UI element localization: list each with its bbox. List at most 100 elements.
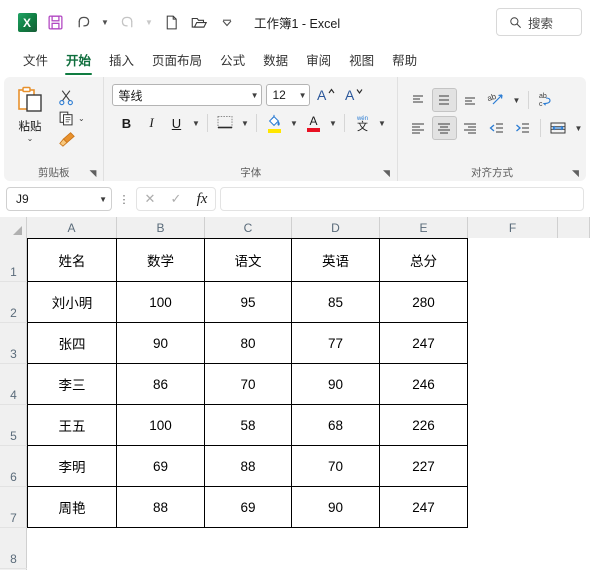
align-left-button[interactable] bbox=[406, 116, 431, 140]
cell-b2[interactable]: 100 bbox=[117, 282, 205, 323]
cancel-entry-button[interactable]: ✕ bbox=[137, 188, 163, 210]
align-top-button[interactable] bbox=[406, 88, 431, 112]
row-header-7[interactable]: 7 bbox=[0, 487, 27, 528]
alignment-dialog-launcher[interactable]: ◥ bbox=[570, 168, 581, 179]
cell-e1[interactable]: 总分 bbox=[380, 238, 468, 282]
merge-dropdown-button[interactable]: ▼ bbox=[572, 116, 585, 140]
cell-b5[interactable]: 100 bbox=[117, 405, 205, 446]
format-painter-button[interactable] bbox=[56, 129, 76, 149]
select-all-corner[interactable] bbox=[0, 217, 27, 238]
column-header-d[interactable]: D bbox=[292, 217, 380, 238]
cell-a6[interactable]: 李明 bbox=[27, 446, 117, 487]
cell-c5[interactable]: 58 bbox=[205, 405, 292, 446]
decrease-font-size-button[interactable]: A bbox=[342, 83, 366, 107]
font-color-dropdown-button[interactable]: ▼ bbox=[326, 111, 339, 135]
new-button[interactable] bbox=[158, 10, 184, 36]
paste-dropdown-caret[interactable]: ⌄ bbox=[27, 134, 34, 143]
cell-c4[interactable]: 70 bbox=[205, 364, 292, 405]
cell-e5[interactable]: 226 bbox=[380, 405, 468, 446]
cell-e3[interactable]: 247 bbox=[380, 323, 468, 364]
tab-help[interactable]: 帮助 bbox=[383, 50, 426, 75]
wrap-text-button[interactable]: ab c bbox=[534, 88, 559, 112]
font-dialog-launcher[interactable]: ◥ bbox=[381, 168, 392, 179]
copy-button[interactable]: ⌄ bbox=[56, 108, 85, 128]
font-size-combo[interactable]: 12 ▼ bbox=[266, 84, 311, 106]
cell-a4[interactable]: 李三 bbox=[27, 364, 117, 405]
tab-data[interactable]: 数据 bbox=[254, 50, 297, 75]
row-header-2[interactable]: 2 bbox=[0, 282, 27, 323]
cut-button[interactable] bbox=[56, 87, 75, 107]
cell-d7[interactable]: 90 bbox=[292, 487, 380, 528]
cell-c2[interactable]: 95 bbox=[205, 282, 292, 323]
row-header-5[interactable]: 5 bbox=[0, 405, 27, 446]
formula-input[interactable] bbox=[220, 187, 584, 211]
cell-d6[interactable]: 70 bbox=[292, 446, 380, 487]
column-header-g[interactable] bbox=[558, 217, 590, 238]
bold-button[interactable]: B bbox=[114, 111, 138, 135]
undo-button[interactable] bbox=[70, 10, 96, 36]
cell-b6[interactable]: 69 bbox=[117, 446, 205, 487]
cell-b4[interactable]: 86 bbox=[117, 364, 205, 405]
cell-e6[interactable]: 227 bbox=[380, 446, 468, 487]
row-header-8[interactable]: 8 bbox=[0, 528, 27, 569]
cell-a1[interactable]: 姓名 bbox=[27, 238, 117, 282]
row-header-3[interactable]: 3 bbox=[0, 323, 27, 364]
confirm-entry-button[interactable]: ✓ bbox=[163, 188, 189, 210]
cell-d1[interactable]: 英语 bbox=[292, 238, 380, 282]
cell-a7[interactable]: 周艳 bbox=[27, 487, 117, 528]
save-button[interactable] bbox=[42, 10, 68, 36]
tab-insert[interactable]: 插入 bbox=[100, 50, 143, 75]
cell-e4[interactable]: 246 bbox=[380, 364, 468, 405]
cell-b3[interactable]: 90 bbox=[117, 323, 205, 364]
cell-d5[interactable]: 68 bbox=[292, 405, 380, 446]
merge-center-button[interactable] bbox=[546, 116, 571, 140]
borders-dropdown-button[interactable]: ▼ bbox=[238, 111, 251, 135]
name-box[interactable]: J9 ▼ bbox=[6, 187, 112, 211]
cell-c6[interactable]: 88 bbox=[205, 446, 292, 487]
cell-e2[interactable]: 280 bbox=[380, 282, 468, 323]
fill-color-dropdown-button[interactable]: ▼ bbox=[287, 111, 300, 135]
row-header-1[interactable]: 1 bbox=[0, 238, 27, 282]
increase-font-size-button[interactable]: A bbox=[314, 83, 338, 107]
align-bottom-button[interactable] bbox=[458, 88, 483, 112]
column-header-e[interactable]: E bbox=[380, 217, 468, 238]
cell-d4[interactable]: 90 bbox=[292, 364, 380, 405]
tab-home[interactable]: 开始 bbox=[57, 50, 100, 75]
phonetic-dropdown-button[interactable]: ▼ bbox=[375, 111, 388, 135]
customize-qat-button[interactable] bbox=[214, 10, 240, 36]
row-header-6[interactable]: 6 bbox=[0, 446, 27, 487]
tab-file[interactable]: 文件 bbox=[14, 50, 57, 75]
column-header-f[interactable]: F bbox=[468, 217, 558, 238]
cell-d3[interactable]: 77 bbox=[292, 323, 380, 364]
insert-function-button[interactable]: fx bbox=[189, 188, 215, 210]
underline-dropdown-button[interactable]: ▼ bbox=[189, 111, 202, 135]
increase-indent-button[interactable] bbox=[510, 116, 535, 140]
orientation-button[interactable]: ab bbox=[484, 88, 509, 112]
cell-d2[interactable]: 85 bbox=[292, 282, 380, 323]
decrease-indent-button[interactable] bbox=[484, 116, 509, 140]
font-color-button[interactable]: A bbox=[301, 111, 325, 135]
tab-view[interactable]: 视图 bbox=[340, 50, 383, 75]
column-header-b[interactable]: B bbox=[117, 217, 205, 238]
open-button[interactable] bbox=[186, 10, 212, 36]
borders-button[interactable] bbox=[213, 111, 237, 135]
underline-button[interactable]: U bbox=[164, 111, 188, 135]
redo-dropdown-button[interactable]: ▼ bbox=[142, 11, 156, 35]
paste-button[interactable]: 粘贴 ⌄ bbox=[14, 85, 46, 143]
cell-e7[interactable]: 247 bbox=[380, 487, 468, 528]
tab-review[interactable]: 审阅 bbox=[297, 50, 340, 75]
cell-a2[interactable]: 刘小明 bbox=[27, 282, 117, 323]
column-header-a[interactable]: A bbox=[27, 217, 117, 238]
cell-a5[interactable]: 王五 bbox=[27, 405, 117, 446]
align-right-button[interactable] bbox=[458, 116, 483, 140]
undo-dropdown-button[interactable]: ▼ bbox=[98, 11, 112, 35]
excel-app-icon-button[interactable]: X bbox=[14, 10, 40, 36]
tab-formulas[interactable]: 公式 bbox=[211, 50, 254, 75]
cell-c7[interactable]: 69 bbox=[205, 487, 292, 528]
orientation-dropdown-button[interactable]: ▼ bbox=[510, 88, 523, 112]
cell-b1[interactable]: 数学 bbox=[117, 238, 205, 282]
cell-a3[interactable]: 张四 bbox=[27, 323, 117, 364]
clipboard-dialog-launcher[interactable]: ◥ bbox=[87, 168, 98, 179]
phonetic-guide-button[interactable]: wén 文 bbox=[350, 111, 374, 135]
tab-page-layout[interactable]: 页面布局 bbox=[143, 50, 211, 75]
